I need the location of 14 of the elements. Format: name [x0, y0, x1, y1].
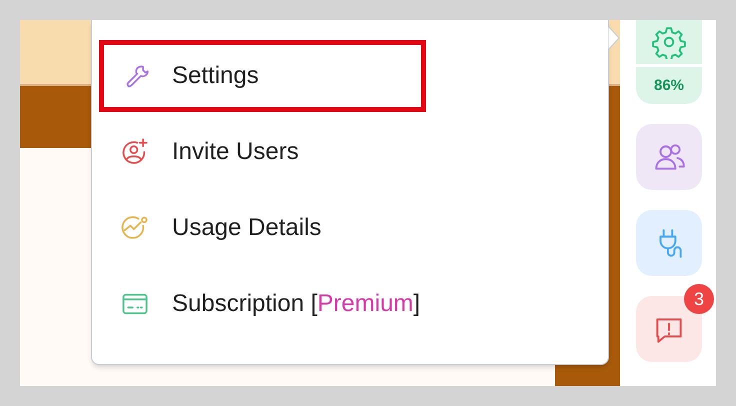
menu-item[interactable]: Usage Details [99, 192, 599, 264]
user-plus-icon [120, 137, 150, 167]
menu-item[interactable]: Subscription [Premium] [99, 268, 599, 340]
menu-item-label: Subscription [Premium] [172, 289, 420, 319]
menu-item-label: Invite Users [172, 137, 299, 167]
sidebar-button[interactable] [636, 210, 702, 276]
menu-item[interactable]: Settings [99, 40, 426, 112]
percentage-reading: 86% [654, 76, 684, 96]
menu-item[interactable]: Invite Users [99, 116, 599, 188]
menu-item-label: Usage Details [172, 213, 322, 243]
notification-badge: 3 [684, 284, 714, 314]
menu-item-label: Settings [172, 61, 259, 91]
gear-icon [652, 25, 686, 59]
sidebar-button[interactable] [636, 124, 702, 190]
